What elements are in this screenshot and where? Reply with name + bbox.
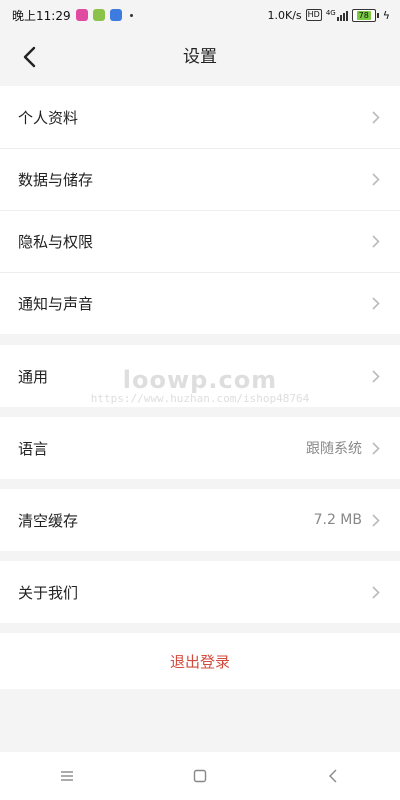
menu-item-privacy[interactable]: 隐私与权限	[0, 210, 400, 272]
header: 设置	[0, 30, 400, 84]
settings-group-general: 通用	[0, 345, 400, 407]
language-value: 跟随系统	[306, 441, 362, 457]
chevron-right-icon	[370, 110, 382, 124]
settings-group-language: 语言 跟随系统	[0, 417, 400, 479]
menu-item-data-storage[interactable]: 数据与储存	[0, 148, 400, 210]
menu-item-notifications[interactable]: 通知与声音	[0, 272, 400, 334]
menu-label-language: 语言	[18, 439, 49, 458]
chevron-right-icon	[370, 513, 382, 527]
chevron-right-icon	[370, 369, 382, 383]
menu-label-profile: 个人资料	[18, 108, 79, 127]
settings-group-cache: 清空缓存 7.2 MB	[0, 489, 400, 551]
menu-label-clear-cache: 清空缓存	[18, 511, 79, 530]
chevron-right-icon	[370, 585, 382, 599]
logout-button[interactable]: 退出登录	[0, 633, 400, 689]
menu-item-profile[interactable]: 个人资料	[0, 86, 400, 148]
system-back-button[interactable]	[313, 756, 353, 796]
home-button[interactable]	[180, 756, 220, 796]
menu-item-general[interactable]: 通用	[0, 345, 400, 407]
chevron-right-icon	[370, 172, 382, 186]
chevron-right-icon	[370, 234, 382, 248]
back-arrow-icon	[23, 46, 36, 68]
menu-item-language[interactable]: 语言 跟随系统	[0, 417, 400, 479]
chevron-right-icon	[370, 441, 382, 455]
menu-label-about: 关于我们	[18, 583, 79, 602]
logout-group: 退出登录	[0, 633, 400, 689]
menu-label-privacy: 隐私与权限	[18, 232, 94, 251]
home-square-icon	[193, 769, 207, 783]
settings-group-main: 个人资料 数据与储存 隐私与权限 通知与声音	[0, 86, 400, 334]
menu-item-about[interactable]: 关于我们	[0, 561, 400, 623]
menu-icon	[60, 771, 73, 781]
page-title: 设置	[183, 47, 217, 67]
uc-app-icon	[109, 9, 122, 21]
menu-item-clear-cache[interactable]: 清空缓存 7.2 MB	[0, 489, 400, 551]
network-type: 4G	[325, 8, 336, 17]
status-bar: 晚上11:29 1.0K/s HD 4G 78 ϟ	[0, 0, 400, 30]
instagram-app-icon	[75, 9, 88, 21]
android-app-icon	[92, 9, 105, 21]
hd-badge: HD	[305, 9, 322, 21]
network-speed: 1.0K/s	[267, 8, 302, 22]
menu-label-data-storage: 数据与储存	[18, 170, 94, 189]
system-nav-bar	[0, 752, 400, 800]
back-button[interactable]	[14, 42, 44, 72]
menu-label-general: 通用	[18, 367, 49, 386]
charging-icon: ϟ	[382, 8, 390, 22]
status-time: 晚上11:29	[12, 8, 71, 23]
cache-size-value: 7.2 MB	[313, 512, 362, 528]
chevron-right-icon	[370, 296, 382, 310]
more-notifications-icon	[129, 13, 133, 17]
battery-icon: 78	[351, 8, 379, 22]
signal-icon: 4G	[325, 8, 348, 21]
back-triangle-icon	[329, 769, 337, 783]
settings-group-about: 关于我们	[0, 561, 400, 623]
battery-level: 78	[356, 10, 371, 20]
menu-label-notifications: 通知与声音	[18, 294, 94, 313]
recent-apps-button[interactable]	[47, 756, 87, 796]
